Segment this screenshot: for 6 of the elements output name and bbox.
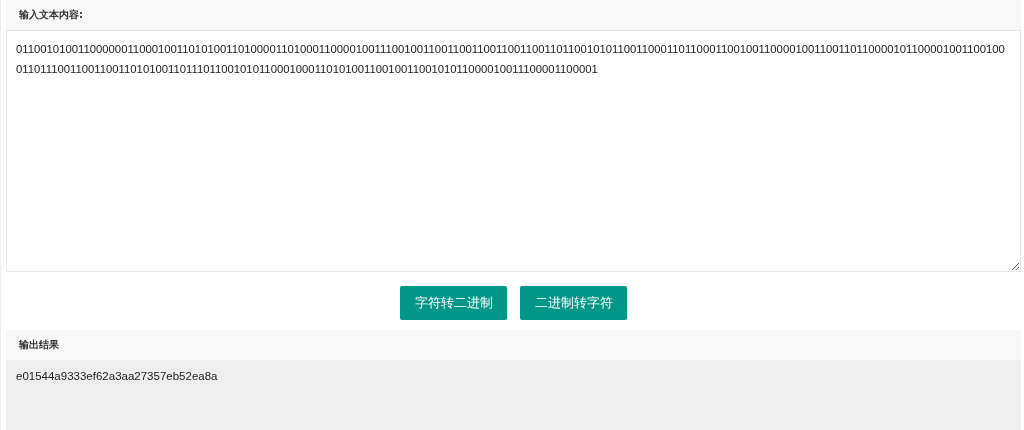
text-input[interactable]: 0110010100110000001100010011010100110100001101000110000100111001001100110011001100110011011001010110011000110110001100100110000100110011011000010110000100110010001101110011001100110101001101110110010101100010001101010011001001100101011000010011100001100001 <box>6 30 1021 272</box>
output-box: e01544a9333ef62a3aa27357eb52ea8a <box>6 360 1021 430</box>
convert-button[interactable]: 字符转二进制 <box>400 286 507 320</box>
convert-button[interactable]: 二进制转字符 <box>520 286 627 320</box>
section-title: 输出结果 <box>19 338 59 352</box>
section-title: 输入文本内容: <box>19 8 83 22</box>
